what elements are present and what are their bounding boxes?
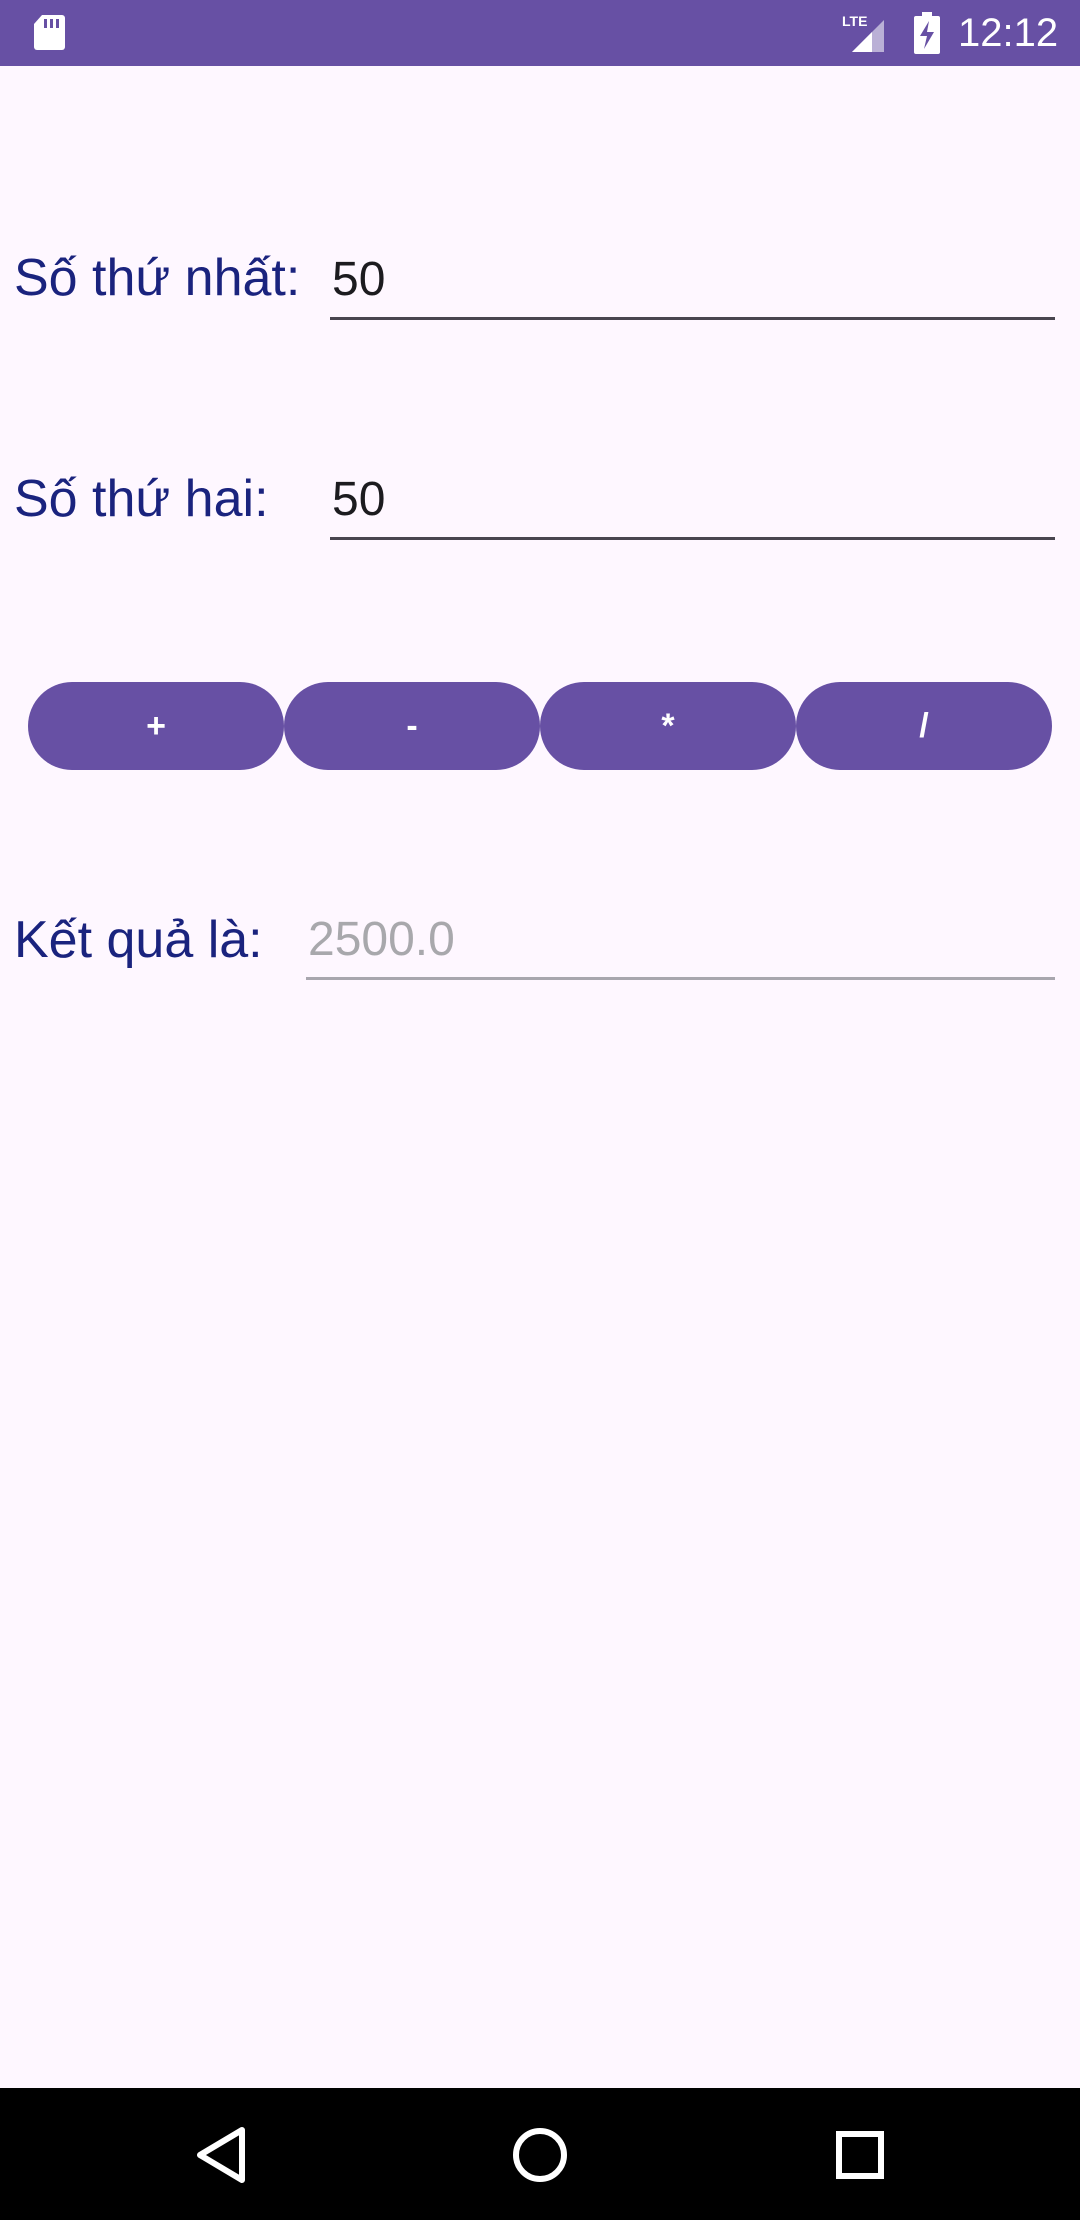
add-button[interactable]: + (28, 682, 284, 770)
second-number-input[interactable]: 50 (330, 470, 1055, 540)
clock: 12:12 (958, 11, 1059, 55)
second-number-label: Số thứ hai: (14, 470, 269, 528)
divide-button[interactable]: / (796, 682, 1052, 770)
navigation-bar (0, 2088, 1080, 2220)
multiply-button[interactable]: * (540, 682, 796, 770)
first-number-input[interactable]: 50 (330, 250, 1055, 320)
sd-card-icon (34, 15, 65, 50)
first-number-label: Số thứ nhất: (14, 249, 301, 307)
subtract-button[interactable]: - (284, 682, 540, 770)
svg-text:LTE: LTE (842, 13, 867, 29)
recents-icon[interactable] (825, 2120, 895, 2190)
home-icon[interactable] (505, 2120, 575, 2190)
result-field: 2500.0 (306, 910, 1055, 980)
battery-charging-icon (914, 12, 940, 54)
back-icon[interactable] (186, 2120, 256, 2190)
status-bar: LTE 12:12 (0, 0, 1080, 66)
lte-signal-icon: LTE (842, 13, 884, 52)
result-label: Kết quả là: (14, 911, 263, 969)
